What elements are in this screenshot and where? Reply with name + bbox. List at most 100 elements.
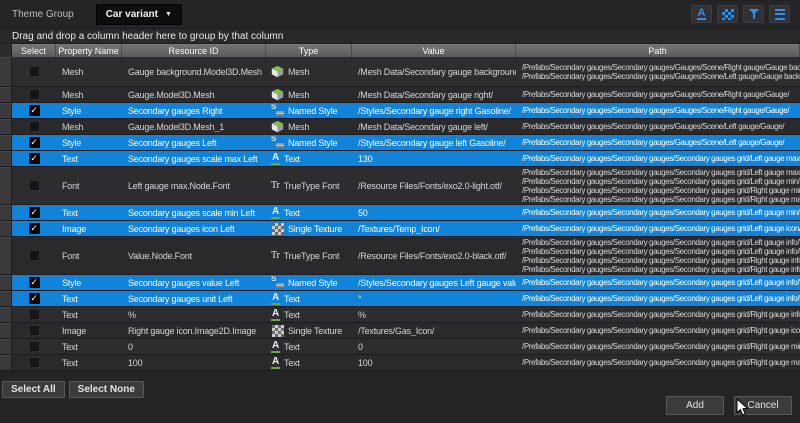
row-handle[interactable]	[0, 57, 12, 86]
property-name-cell: Text	[56, 208, 122, 218]
row-handle[interactable]	[0, 355, 12, 370]
row-handle[interactable]	[0, 275, 12, 290]
path-line: /Prefabs/Secondary gauges/Secondary gaug…	[522, 106, 800, 115]
row-handle[interactable]	[0, 167, 12, 204]
path-cell: /Prefabs/Secondary gauges/Secondary gaug…	[516, 90, 800, 99]
row-handle[interactable]	[0, 87, 12, 102]
property-name-cell: Image	[56, 224, 122, 234]
table-row[interactable]: ✓ImageSecondary gauges icon LeftSingle T…	[0, 221, 800, 237]
type-label: Text	[284, 358, 300, 368]
table-row[interactable]: ✓StyleSecondary gauges value LeftSNamed …	[0, 275, 800, 291]
table-row[interactable]: MeshGauge background.Model3D.MeshMesh/Me…	[0, 57, 800, 87]
text-icon: A	[271, 308, 280, 321]
row-checkbox[interactable]: ✓	[29, 207, 40, 218]
select-cell	[12, 325, 56, 336]
row-checkbox[interactable]: ✓	[29, 223, 40, 234]
row-handle[interactable]	[0, 323, 12, 338]
type-cell: AText	[266, 340, 352, 353]
path-line: /Prefabs/Secondary gauges/Secondary gaug…	[522, 177, 800, 186]
table-row[interactable]: ✓TextSecondary gauges scale max LeftATex…	[0, 151, 800, 167]
row-checkbox[interactable]	[29, 180, 40, 191]
column-header-select[interactable]: Select	[12, 44, 56, 57]
texture-icon-button[interactable]	[717, 5, 738, 23]
row-checkbox[interactable]: ✓	[29, 277, 40, 288]
row-checkbox[interactable]	[29, 341, 40, 352]
row-checkbox[interactable]	[29, 66, 40, 77]
table-row[interactable]: FontLeft gauge max.Node.FontTrTrueType F…	[0, 167, 800, 205]
select-none-button[interactable]: Select None	[69, 381, 144, 398]
type-label: Mesh	[288, 122, 309, 132]
column-header-property-name[interactable]: Property Name	[56, 44, 122, 57]
row-handle[interactable]	[0, 221, 12, 236]
row-handle[interactable]	[0, 205, 12, 220]
row-checkbox[interactable]	[29, 121, 40, 132]
column-header-resource-id[interactable]: Resource ID	[122, 44, 266, 57]
resource-id-cell: Gauge.Model3D.Mesh	[122, 90, 266, 100]
row-handle[interactable]	[0, 291, 12, 306]
column-header-path[interactable]: Path	[516, 44, 800, 57]
row-checkbox[interactable]	[29, 89, 40, 100]
row-checkbox[interactable]	[29, 325, 40, 336]
table-row[interactable]: ✓TextSecondary gauges scale min LeftATex…	[0, 205, 800, 221]
value-cell: /Mesh Data/Secondary gauge right/	[352, 90, 516, 100]
type-cell: AText	[266, 206, 352, 219]
path-line: /Prefabs/Secondary gauges/Secondary gaug…	[522, 63, 800, 72]
group-by-drop-zone[interactable]: Drag and drop a column header here to gr…	[0, 28, 800, 44]
theme-group-dropdown[interactable]: Car variant ▼	[96, 4, 182, 25]
list-icon-button[interactable]	[769, 5, 790, 23]
type-cell: AText	[266, 292, 352, 305]
row-checkbox[interactable]: ✓	[29, 105, 40, 116]
table-row[interactable]: Text100AText100/Prefabs/Secondary gauges…	[0, 355, 800, 371]
font-icon-button[interactable]: A	[691, 5, 712, 23]
row-checkbox[interactable]	[29, 357, 40, 368]
named-style-icon: S	[271, 104, 284, 117]
property-name-cell: Font	[56, 251, 122, 261]
property-name-cell: Image	[56, 326, 122, 336]
type-label: Text	[284, 342, 300, 352]
row-handle[interactable]	[0, 339, 12, 354]
table-row[interactable]: ✓StyleSecondary gauges RightSNamed Style…	[0, 103, 800, 119]
select-cell: ✓	[12, 137, 56, 148]
table-row[interactable]: Text0AText0/Prefabs/Secondary gauges/Sec…	[0, 339, 800, 355]
row-checkbox[interactable]	[29, 250, 40, 261]
row-checkbox[interactable]	[29, 309, 40, 320]
path-cell: /Prefabs/Secondary gauges/Secondary gaug…	[516, 154, 800, 163]
row-handle[interactable]	[0, 103, 12, 118]
row-handle[interactable]	[0, 307, 12, 322]
type-label: Named Style	[288, 138, 337, 148]
select-all-button[interactable]: Select All	[2, 381, 65, 398]
property-name-cell: Text	[56, 310, 122, 320]
value-cell: /Styles/Secondary gauge left Gasoline/	[352, 138, 516, 148]
value-cell: /Resource Files/Fonts/exo2.0-black.otf/	[352, 251, 516, 261]
path-line: /Prefabs/Secondary gauges/Secondary gaug…	[522, 256, 800, 265]
cancel-button[interactable]: Cancel	[734, 396, 792, 415]
table-row[interactable]: ImageRight gauge icon.Image2D.ImageSingl…	[0, 323, 800, 339]
path-line: /Prefabs/Secondary gauges/Secondary gaug…	[522, 247, 800, 256]
property-name-cell: Text	[56, 358, 122, 368]
row-handle[interactable]	[0, 151, 12, 166]
table-row[interactable]: ✓StyleSecondary gauges LeftSNamed Style/…	[0, 135, 800, 151]
table-row[interactable]: MeshGauge.Model3D.Mesh_1Mesh/Mesh Data/S…	[0, 119, 800, 135]
row-checkbox[interactable]: ✓	[29, 293, 40, 304]
value-cell: /Textures/Gas_Icon/	[352, 326, 516, 336]
type-label: Single Texture	[288, 326, 342, 336]
table-row[interactable]: FontValue.Node.FontTrTrueType Font/Resou…	[0, 237, 800, 275]
text-icon: A	[271, 206, 280, 219]
row-handle[interactable]	[0, 119, 12, 134]
type-label: Named Style	[288, 278, 337, 288]
table-row[interactable]: ✓TextSecondary gauges unit LeftAText°/Pr…	[0, 291, 800, 307]
column-header-type[interactable]: Type	[266, 44, 352, 57]
table-row[interactable]: MeshGauge.Model3D.MeshMesh/Mesh Data/Sec…	[0, 87, 800, 103]
row-handle[interactable]	[0, 237, 12, 274]
type-cell: TrTrueType Font	[266, 179, 352, 192]
column-header-value[interactable]: Value	[352, 44, 516, 57]
table-row[interactable]: Text%AText%/Prefabs/Secondary gauges/Sec…	[0, 307, 800, 323]
row-handle[interactable]	[0, 135, 12, 150]
filter-icon-button[interactable]	[743, 5, 764, 23]
row-checkbox[interactable]: ✓	[29, 153, 40, 164]
row-checkbox[interactable]: ✓	[29, 137, 40, 148]
theme-group-label: Theme Group	[12, 9, 74, 20]
add-button[interactable]: Add	[666, 396, 724, 415]
property-name-cell: Text	[56, 342, 122, 352]
table-header-gutter	[0, 44, 12, 57]
